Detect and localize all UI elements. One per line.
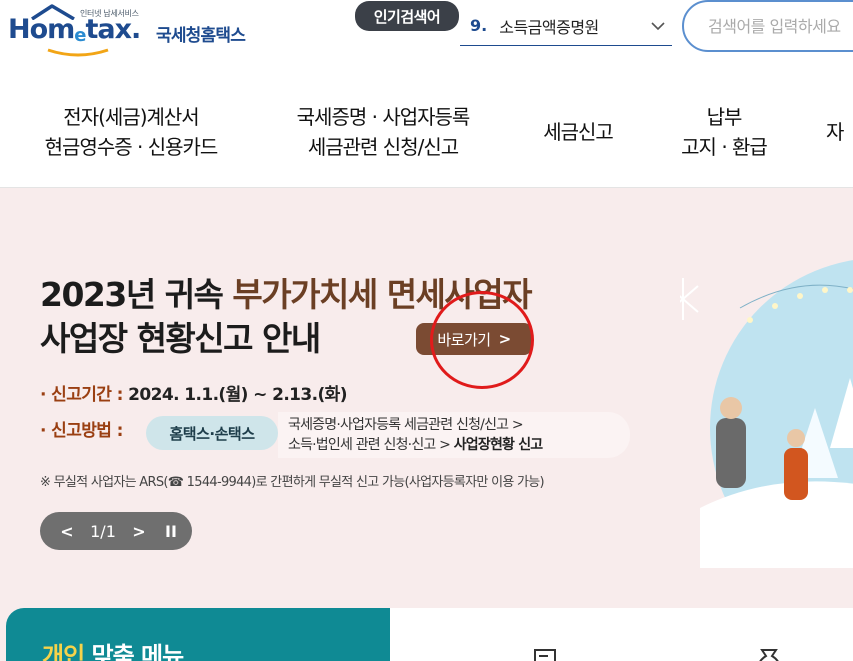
chevron-down-icon (651, 22, 665, 31)
nav-next-partial[interactable]: 자 (826, 117, 853, 147)
logo-brand: Hometax. (8, 14, 141, 46)
pager-prev-button[interactable]: < (54, 522, 80, 541)
popular-rank: 9. (470, 16, 488, 35)
pager-pause-button[interactable]: II (158, 522, 184, 541)
banner-title-line2: 사업장 현황신고 안내 (40, 319, 321, 358)
pager-next-button[interactable]: > (126, 522, 152, 541)
search-input[interactable] (708, 14, 853, 38)
popular-search-dropdown[interactable]: 9. 소득금액증명원 (460, 6, 672, 46)
nav-certificate[interactable]: 국세증명 · 사업자등록 세금관련 신청/신고 (272, 102, 494, 162)
method-description: 국세증명·사업자등록 세금관련 신청/신고 > 소득·법인세 관련 신청·신고 … (278, 412, 630, 458)
header: 인터넷 납세서비스 Hometax. 국세청홈택스 인기검색어 9. 소득금액증… (0, 0, 853, 70)
nav-e-invoice[interactable]: 전자(세금)계산서 현금영수증 · 신용카드 (26, 102, 236, 162)
main-banner: 2023년 귀속 부가가치세 면세사업자 사업장 현황신고 안내 바로가기 > … (0, 188, 853, 608)
filing-method-label: · 신고방법 : (40, 421, 123, 441)
document-icon[interactable] (528, 644, 562, 661)
hometax-logo[interactable]: 인터넷 납세서비스 Hometax. 국세청홈택스 (8, 2, 278, 60)
ars-note: ※ 무실적 사업자는 ARS(☎ 1544-9944)로 간편하게 무실적 신고… (40, 475, 545, 490)
red-annotation-circle (430, 291, 534, 389)
search-box (682, 0, 853, 52)
main-nav: 전자(세금)계산서 현금영수증 · 신용카드 국세증명 · 사업자등록 세금관련… (0, 90, 853, 188)
quick-menu-panel (390, 608, 853, 661)
nav-tax-filing[interactable]: 세금신고 (528, 117, 628, 147)
hometax-page: 인터넷 납세서비스 Hometax. 국세청홈택스 인기검색어 9. 소득금액증… (0, 0, 853, 661)
nav-payment[interactable]: 납부 고지 · 환급 (664, 102, 784, 162)
personal-menu-title: 개인 맞춤 메뉴 (42, 642, 184, 661)
winter-illustration (680, 260, 853, 568)
popular-search-label: 인기검색어 (355, 1, 459, 31)
popular-term: 소득금액증명원 (499, 17, 599, 37)
method-badge: 홈택스·손택스 (146, 416, 278, 450)
banner-pager: < 1/1 > II (40, 512, 192, 550)
pager-count: 1/1 (90, 521, 116, 541)
swoosh-logo-icon (47, 48, 109, 57)
filing-period: · 신고기간 : 2024. 1.1.(월) ~ 2.13.(화) (40, 385, 347, 405)
money-bag-icon[interactable] (752, 644, 786, 661)
bottom-section: 개인 맞춤 메뉴 (0, 608, 853, 661)
logo-subtitle: 국세청홈택스 (156, 26, 246, 46)
personal-menu-panel[interactable]: 개인 맞춤 메뉴 (6, 608, 390, 661)
